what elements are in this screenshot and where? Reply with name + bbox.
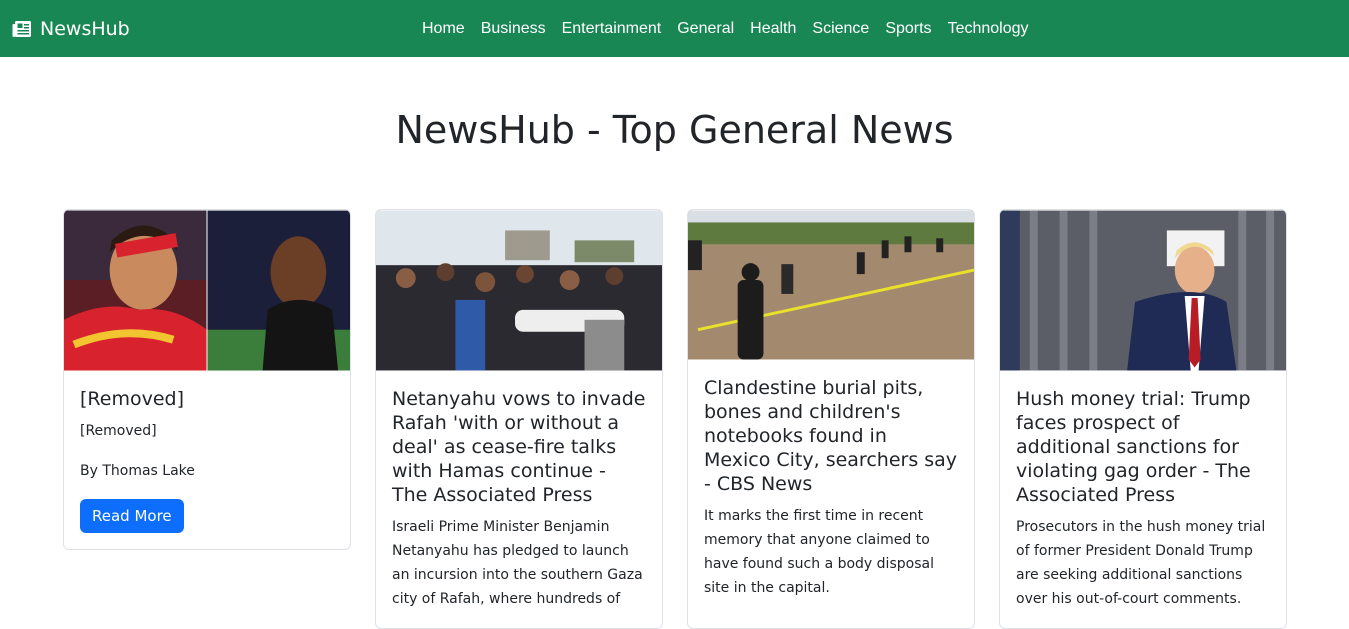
card-title[interactable]: [Removed] (80, 387, 334, 411)
nav-link-health[interactable]: Health (742, 20, 804, 38)
nav-link-business[interactable]: Business (473, 20, 554, 38)
nav-link-science[interactable]: Science (804, 20, 877, 38)
search-field-mexico-image[interactable] (688, 210, 974, 360)
nav-link-entertainment[interactable]: Entertainment (554, 20, 670, 38)
read-more-button[interactable]: Read More (80, 499, 184, 533)
card-author: By Thomas Lake (80, 463, 195, 479)
sports-players-image[interactable] (64, 210, 350, 371)
card-title[interactable]: Hush money trial: Trump faces prospect o… (1016, 387, 1270, 507)
card-body: Hush money trial: Trump faces prospect o… (1000, 371, 1286, 627)
news-card: Netanyahu vows to invade Rafah 'with or … (375, 209, 663, 629)
trump-courthouse-image[interactable] (1000, 210, 1286, 371)
nav-link-general[interactable]: General (669, 20, 742, 38)
brand-name: NewsHub (40, 17, 130, 40)
card-description: Israeli Prime Minister Benjamin Netanyah… (392, 519, 643, 607)
news-card: [Removed] [Removed] By Thomas Lake Read … (63, 209, 351, 550)
nav-link-sports[interactable]: Sports (877, 20, 939, 38)
nav-link-technology[interactable]: Technology (940, 20, 1037, 38)
brand-link[interactable]: NewsHub (12, 0, 130, 57)
card-body: [Removed] [Removed] By Thomas Lake Read … (64, 371, 350, 549)
page-title: NewsHub - Top General News (395, 108, 954, 152)
card-title[interactable]: Netanyahu vows to invade Rafah 'with or … (392, 387, 646, 507)
newspaper-icon (12, 20, 31, 37)
nav-link-home[interactable]: Home (414, 20, 473, 38)
card-body: Clandestine burial pits, bones and child… (688, 360, 974, 616)
news-card: Hush money trial: Trump faces prospect o… (999, 209, 1287, 629)
card-description: It marks the first time in recent memory… (704, 508, 934, 596)
news-card: Clandestine burial pits, bones and child… (687, 209, 975, 629)
card-description: [Removed] (80, 423, 157, 439)
card-body: Netanyahu vows to invade Rafah 'with or … (376, 371, 662, 627)
nav-links: Home Business Entertainment General Heal… (414, 0, 1037, 57)
card-title[interactable]: Clandestine burial pits, bones and child… (704, 376, 958, 496)
top-navbar: NewsHub Home Business Entertainment Gene… (0, 0, 1349, 57)
card-description: Prosecutors in the hush money trial of f… (1016, 519, 1266, 607)
crowd-gaza-image[interactable] (376, 210, 662, 371)
